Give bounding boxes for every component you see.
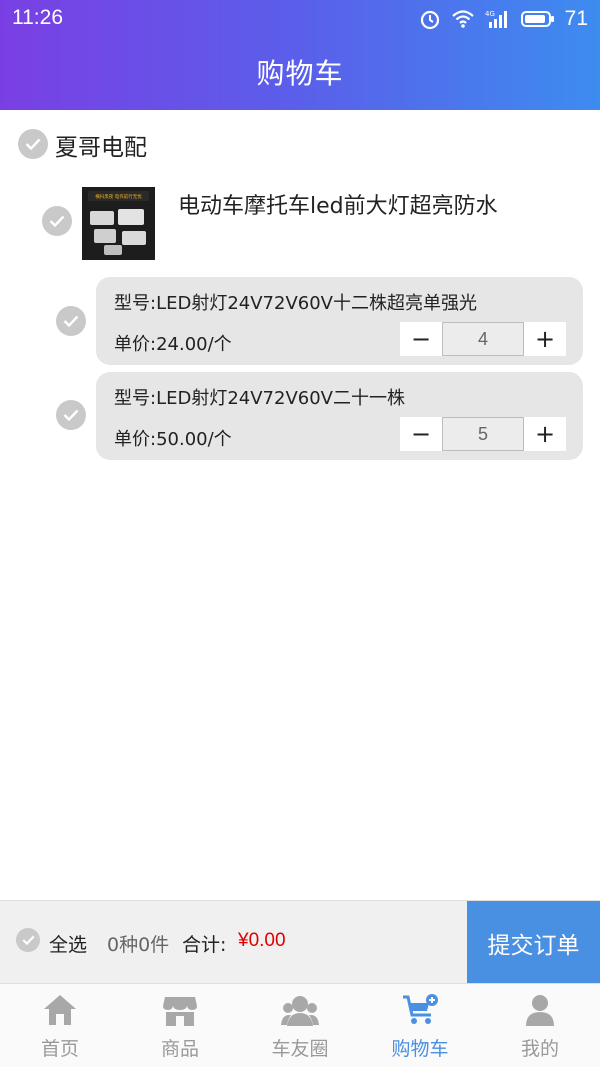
product-title[interactable]: 电动车摩托车led前大灯超亮防水 xyxy=(178,188,498,220)
variant-model: 型号:LED射灯24V72V60V二十一株 xyxy=(114,388,405,409)
shop-check-icon[interactable] xyxy=(18,129,48,159)
variant-card: 型号:LED射灯24V72V60V二十一株 单价:50.00/个 − 5 + xyxy=(96,372,583,460)
thumb-caption: 横扫黑夜 电作前行无忧 xyxy=(95,193,142,200)
variant-model: 型号:LED射灯24V72V60V十二株超亮单强光 xyxy=(114,293,477,314)
select-all-label[interactable]: 全选 xyxy=(49,930,87,957)
tab-label: 商品 xyxy=(160,1038,199,1060)
quantity-field[interactable]: 4 xyxy=(442,322,524,356)
product-thumbnail[interactable]: 横扫黑夜 电作前行无忧 xyxy=(82,187,155,260)
tab-products[interactable]: 商品 xyxy=(120,984,240,1067)
shop-name: 夏哥电配 xyxy=(55,135,147,161)
submit-order-button[interactable]: 提交订单 xyxy=(467,901,600,984)
select-all-check-icon[interactable] xyxy=(16,928,40,952)
decrease-button[interactable]: − xyxy=(400,322,442,356)
tab-label: 我的 xyxy=(520,1038,559,1060)
tab-home[interactable]: 首页 xyxy=(0,984,120,1067)
variant-price: 单价:50.00/个 xyxy=(114,429,232,450)
checkout-bar: 全选 0种0件 合计: ¥0.00 提交订单 xyxy=(0,900,600,984)
quantity-stepper: − 4 + xyxy=(400,322,566,356)
variant-card: 型号:LED射灯24V72V60V十二株超亮单强光 单价:24.00/个 − 4… xyxy=(96,277,583,365)
tab-cart[interactable]: 购物车 xyxy=(360,984,480,1067)
header-bar: 11:26 4G 71 购物车 xyxy=(0,0,600,110)
total-value: ¥0.00 xyxy=(238,930,286,951)
variant-price: 单价:24.00/个 xyxy=(114,334,232,355)
battery-level: 71 xyxy=(564,7,588,30)
status-bar: 11:26 4G 71 xyxy=(0,0,600,36)
cart-icon xyxy=(400,992,440,1028)
decrease-button[interactable]: − xyxy=(400,417,442,451)
community-icon xyxy=(280,992,320,1028)
tab-community[interactable]: 车友圈 xyxy=(240,984,360,1067)
tab-label: 首页 xyxy=(40,1038,79,1060)
battery-icon xyxy=(520,10,555,28)
product-check-icon[interactable] xyxy=(42,206,72,236)
home-icon xyxy=(40,992,80,1028)
bottom-tab-bar: 首页 商品 车友圈 购物车 我的 xyxy=(0,983,600,1067)
item-count: 0种0件 xyxy=(107,934,170,956)
tab-profile[interactable]: 我的 xyxy=(480,984,600,1067)
store-icon xyxy=(160,992,200,1028)
status-icons: 4G 71 xyxy=(419,6,588,32)
increase-button[interactable]: + xyxy=(524,322,566,356)
user-icon xyxy=(520,992,560,1028)
increase-button[interactable]: + xyxy=(524,417,566,451)
cart-content: 夏哥电配 横扫黑夜 电作前行无忧 电动车摩托车led前大灯超亮防水 型号:LED… xyxy=(0,110,600,900)
tab-label: 车友圈 xyxy=(271,1038,329,1060)
variant-check-icon[interactable] xyxy=(56,306,86,336)
total-label: 合计: xyxy=(182,934,227,956)
signal-icon: 4G xyxy=(485,9,511,29)
status-time: 11:26 xyxy=(12,6,63,29)
wifi-icon xyxy=(451,9,475,29)
quantity-stepper: − 5 + xyxy=(400,417,566,451)
quantity-field[interactable]: 5 xyxy=(442,417,524,451)
network-type: 4G xyxy=(485,10,495,18)
variant-check-icon[interactable] xyxy=(56,400,86,430)
page-title: 购物车 xyxy=(256,57,344,90)
tab-label: 购物车 xyxy=(391,1038,449,1060)
alarm-icon xyxy=(419,8,441,30)
